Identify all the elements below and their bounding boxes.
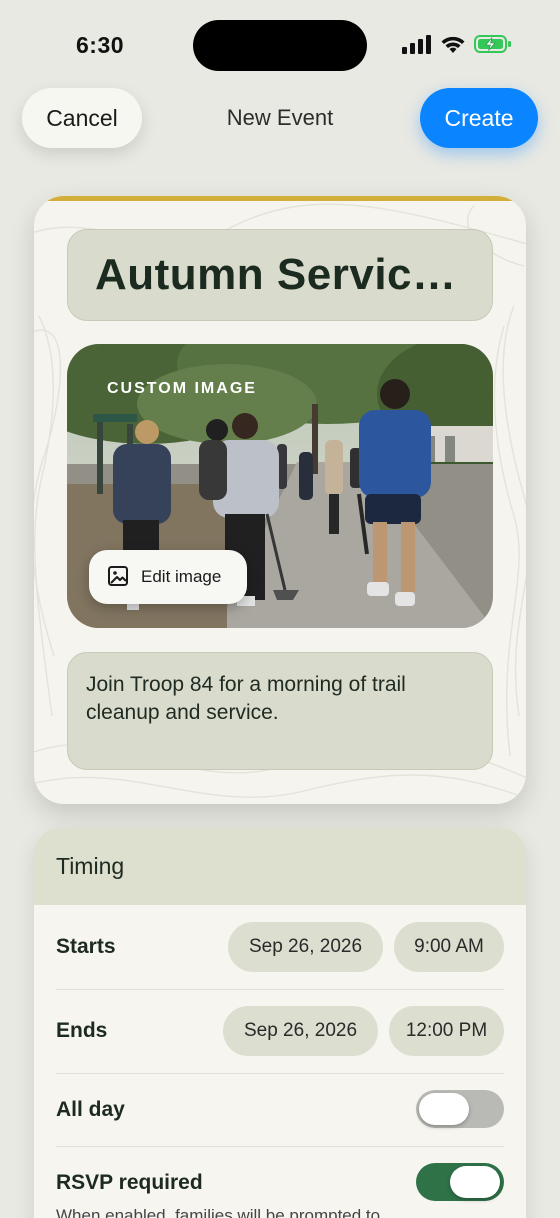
nav-bar: Cancel New Event Create: [0, 78, 560, 162]
status-time: 6:30: [76, 32, 125, 58]
end-time-picker[interactable]: 12:00 PM: [389, 1006, 504, 1056]
event-title: Autumn Service Day: [95, 250, 465, 299]
timing-card: Timing Starts Sep 26, 2026 9:00 AM Ends …: [34, 828, 526, 1218]
end-date-picker[interactable]: Sep 26, 2026: [223, 1006, 378, 1056]
cancel-button[interactable]: Cancel: [22, 88, 142, 148]
ends-label: Ends: [56, 1019, 108, 1042]
rsvp-label: RSVP required: [56, 1171, 203, 1194]
all-day-toggle[interactable]: [416, 1090, 504, 1128]
signal-icon: [402, 34, 432, 54]
rsvp-toggle[interactable]: [416, 1163, 504, 1201]
timing-header-title: Timing: [56, 853, 125, 879]
create-button[interactable]: Create: [420, 88, 538, 148]
wifi-icon: [440, 34, 466, 54]
all-day-label: All day: [56, 1098, 125, 1121]
dynamic-island: [193, 20, 367, 71]
rsvp-hint: When enabled, families will be prompted …: [56, 1206, 381, 1218]
edit-image-label: Edit image: [141, 567, 222, 586]
start-time-picker[interactable]: 9:00 AM: [394, 922, 504, 972]
toggle-knob: [450, 1166, 500, 1198]
event-title-field[interactable]: Autumn Service Day: [67, 229, 493, 321]
timing-header: Timing: [34, 828, 526, 905]
toggle-knob: [419, 1093, 469, 1125]
image-icon: [107, 565, 129, 590]
battery-charging-icon: [474, 34, 512, 54]
starts-label: Starts: [56, 935, 116, 958]
event-image[interactable]: CUSTOM IMAGE Edit image: [67, 344, 493, 628]
edit-image-button[interactable]: Edit image: [89, 550, 247, 604]
event-description-field[interactable]: Join Troop 84 for a morning of trail cle…: [67, 652, 493, 770]
image-tag-label: CUSTOM IMAGE: [107, 380, 257, 397]
event-card: Autumn Service Day: [34, 196, 526, 804]
start-date-picker[interactable]: Sep 26, 2026: [228, 922, 383, 972]
